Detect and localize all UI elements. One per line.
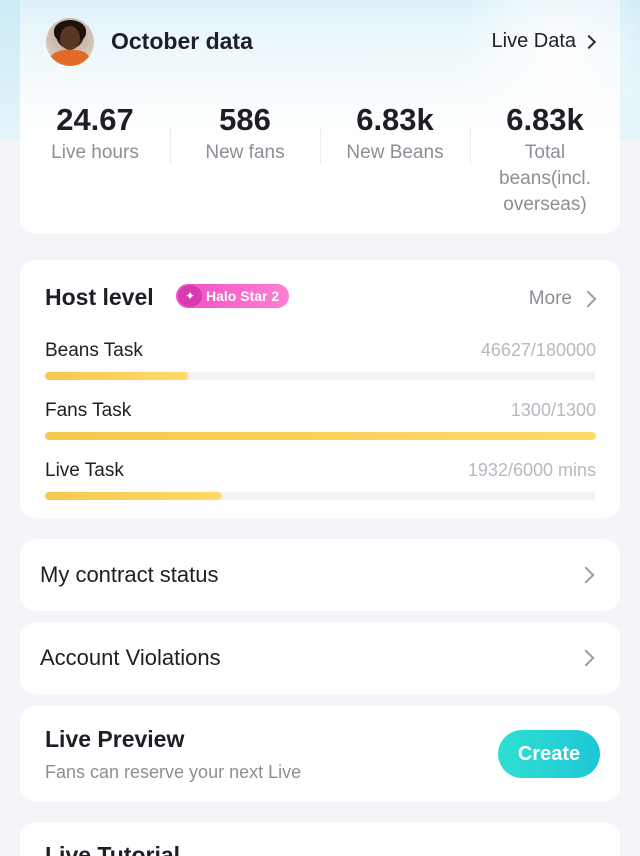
progress-fill [45,432,596,440]
account-violations-label: Account Violations [40,645,221,670]
progress-fill [45,372,188,380]
stat-label: New Beans [346,142,444,163]
host-level-card: Host level ✦ Halo Star 2 More Beans Task… [20,260,620,518]
chevron-right-icon [581,34,597,49]
level-badge-label: Halo Star 2 [206,288,280,304]
avatar[interactable] [46,18,94,66]
stat-value: 24.67 [56,102,134,137]
halo-star-icon: ✦ [178,285,202,307]
level-badge: ✦ Halo Star 2 [176,284,290,308]
task-name: Live Task [45,460,124,481]
page-title: October data [111,28,253,54]
stat-value: 6.83k [506,102,584,137]
task-live: Live Task 1932/6000 mins [45,460,596,500]
live-tutorial-card[interactable]: Live Tutorial [20,822,620,856]
chevron-right-icon [579,290,597,308]
task-name: Fans Task [45,400,132,421]
stats-row: 24.67 Live hours 586 New fans 6.83k New … [20,100,620,218]
live-tutorial-title: Live Tutorial [45,842,181,856]
chevron-right-icon [577,566,595,584]
more-link[interactable]: More [528,288,597,310]
task-name: Beans Task [45,340,143,361]
progress-track [45,432,596,440]
progress-fill [45,492,223,500]
progress-track [45,492,596,500]
stat-value: 586 [219,102,271,137]
progress-track [45,372,596,380]
stat-label: Total beans(incl. overseas) [499,142,591,215]
task-fans: Fans Task 1300/1300 [45,400,596,440]
stat-label: Live hours [51,142,139,163]
stat-total-beans: 6.83k Total beans(incl. overseas) [470,100,620,218]
contract-status-label: My contract status [40,562,219,587]
live-preview-card: Live Preview Fans can reserve your next … [20,706,620,802]
task-value: 1300/1300 [510,400,596,420]
live-preview-title: Live Preview [45,726,185,752]
contract-status-row[interactable]: My contract status [20,539,620,611]
more-label: More [528,288,572,309]
stat-label: New fans [205,142,285,163]
stat-new-fans: 586 New fans [170,100,320,218]
task-value: 1932/6000 mins [467,460,596,480]
create-button[interactable]: Create [498,730,600,778]
account-violations-row[interactable]: Account Violations [20,622,620,694]
monthly-data-card: October data Live Data 24.67 Live hours … [20,0,620,234]
stat-value: 6.83k [356,102,434,137]
live-data-label: Live Data [491,30,577,52]
chevron-right-icon [577,649,595,667]
live-preview-subtitle: Fans can reserve your next Live [45,762,302,782]
host-level-title: Host level [45,284,154,310]
task-value: 46627/180000 [480,340,596,360]
stat-live-hours: 24.67 Live hours [20,100,170,218]
stat-new-beans: 6.83k New Beans [320,100,470,218]
live-data-link[interactable]: Live Data [491,30,597,53]
task-beans: Beans Task 46627/180000 [45,340,596,380]
